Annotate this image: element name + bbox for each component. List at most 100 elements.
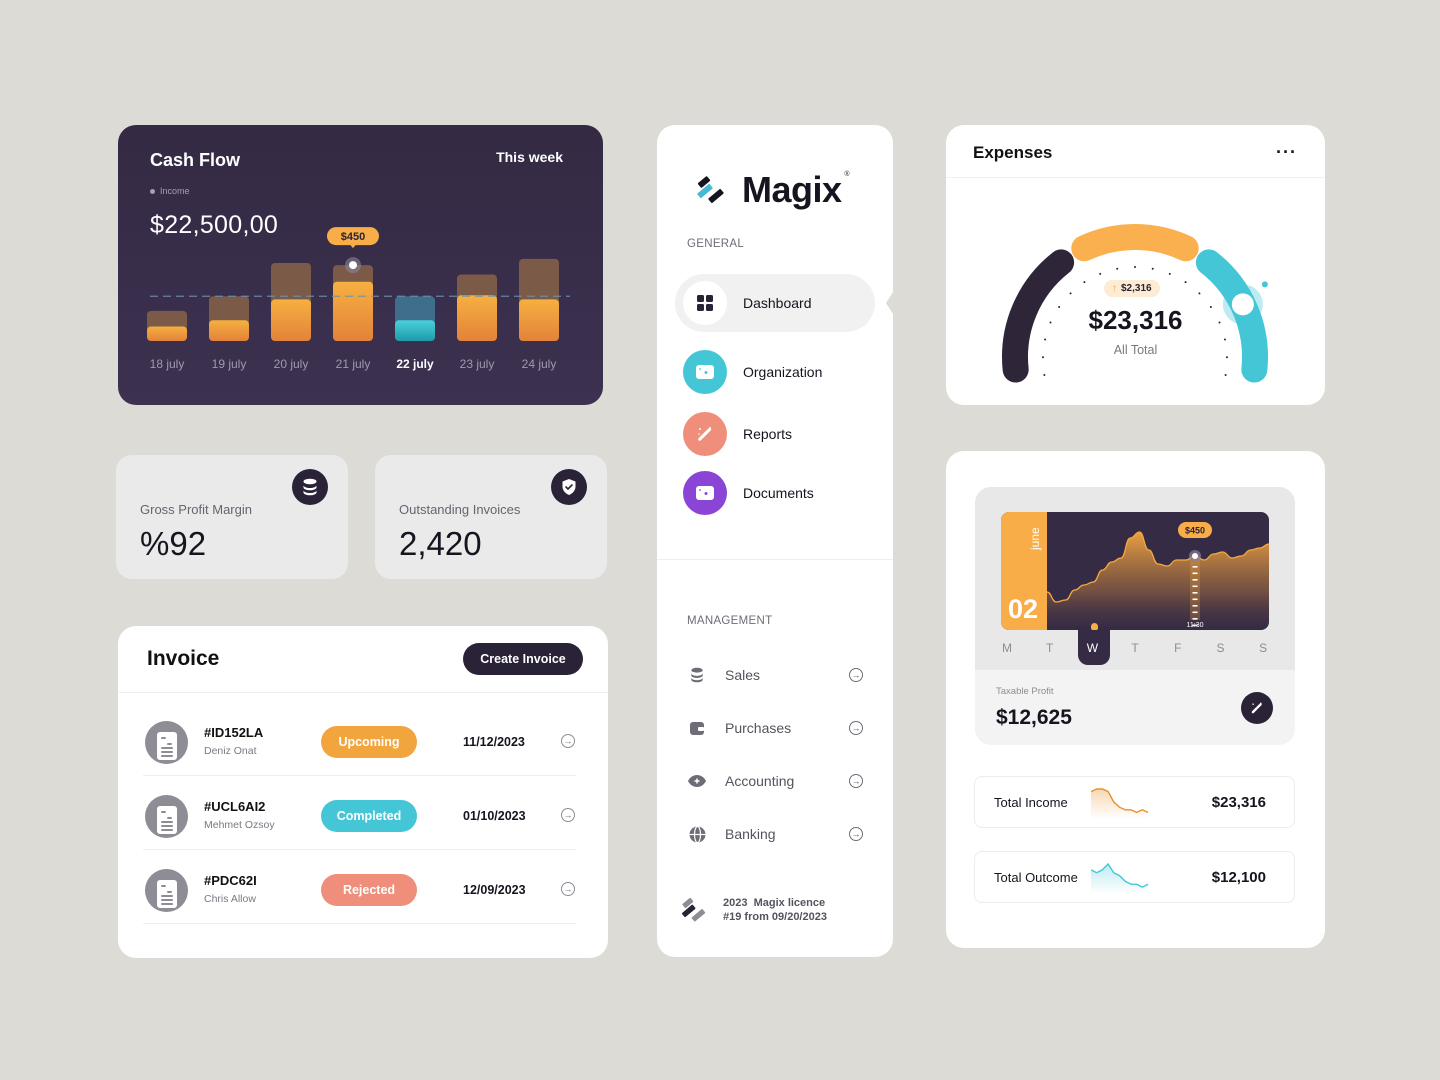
gauge-tick xyxy=(1099,272,1102,275)
week-day[interactable]: T xyxy=(1040,641,1060,655)
bar-income[interactable] xyxy=(209,320,249,341)
week-day[interactable]: S xyxy=(1253,641,1273,655)
taxable-profit-label: Taxable Profit xyxy=(996,686,1054,697)
scrubber-tick xyxy=(1192,592,1198,594)
globe-icon xyxy=(687,824,707,844)
invoice-avatar-icon xyxy=(145,721,188,764)
gauge-dot xyxy=(1261,281,1268,288)
arrow-right-circle-icon[interactable]: → xyxy=(561,882,575,896)
sidebar-item-label: Purchases xyxy=(725,720,792,736)
invoice-date: 12/09/2023 xyxy=(463,883,526,897)
scrubber-tick xyxy=(1192,605,1198,607)
arrow-right-circle-icon[interactable]: → xyxy=(849,774,863,788)
invoice-title: Invoice xyxy=(147,647,220,670)
scrubber-tick xyxy=(1192,579,1198,581)
scrubber-tick xyxy=(1192,611,1198,614)
bar-income[interactable] xyxy=(333,281,373,341)
week-day[interactable]: W xyxy=(1082,641,1102,655)
brand-logo[interactable]: Magix ® xyxy=(694,169,850,211)
bar-income[interactable] xyxy=(395,320,435,341)
status-badge: Upcoming xyxy=(321,726,417,758)
gauge-tick xyxy=(1184,281,1187,284)
sidebar-item-label: Banking xyxy=(725,826,776,842)
gross-profit-margin-card: Gross Profit Margin %92 xyxy=(116,455,348,579)
bar-income[interactable] xyxy=(271,299,311,341)
status-badge: Completed xyxy=(321,800,417,832)
change-chip: ↑ $2,316 xyxy=(1104,280,1160,297)
arrow-right-circle-icon[interactable]: → xyxy=(849,668,863,682)
invoice-row[interactable]: #UCL6AI2 Mehmet Ozsoy Completed 01/10/2023 → xyxy=(143,777,576,850)
taxable-profit-value: $12,625 xyxy=(996,706,1072,729)
sidebar-item-label: Documents xyxy=(743,485,814,501)
sidebar-item-dashboard[interactable]: Dashboard xyxy=(675,274,875,332)
x-tick-label: 18 july xyxy=(150,357,185,371)
sidebar-item-accounting[interactable]: Accounting → xyxy=(687,769,863,793)
arrow-right-circle-icon[interactable]: → xyxy=(561,734,575,748)
wallet-icon xyxy=(687,718,707,738)
week-day[interactable]: F xyxy=(1168,641,1188,655)
x-tick-label: 23 july xyxy=(460,357,495,371)
section-label-management: MANAGEMENT xyxy=(687,615,773,627)
invoice-row[interactable]: #PDC62I Chris Allow Rejected 12/09/2023 → xyxy=(143,851,576,924)
tooltip-label: $450 xyxy=(1185,526,1205,536)
stat-label: Outstanding Invoices xyxy=(399,502,521,517)
sparkline-fill xyxy=(1091,789,1148,819)
invoice-customer: Mehmet Ozsoy xyxy=(204,819,275,831)
bar-income[interactable] xyxy=(147,326,187,341)
invoice-customer: Chris Allow xyxy=(204,893,256,905)
sidebar-item-sales[interactable]: Sales → xyxy=(687,663,863,687)
tooltip-point xyxy=(1192,553,1198,559)
week-day[interactable]: S xyxy=(1211,641,1231,655)
taxable-profit-panel: $450 11:30 june 02 M T W T F S S Taxable Profit… xyxy=(975,487,1295,745)
tooltip-label: $450 xyxy=(341,231,365,243)
sidebar-item-label: Accounting xyxy=(725,773,795,789)
sidebar-item-documents[interactable]: Documents xyxy=(675,464,875,522)
arrow-right-circle-icon[interactable]: → xyxy=(849,721,863,735)
expenses-subtitle: All Total xyxy=(1113,343,1158,357)
period-selector[interactable]: This week xyxy=(496,149,563,165)
magic-wand-button[interactable] xyxy=(1241,692,1273,724)
arrow-right-circle-icon[interactable]: → xyxy=(849,827,863,841)
scrubber-tick xyxy=(1192,598,1198,601)
wallet-icon xyxy=(683,471,727,515)
licence-line-2: #19 from 09/20/2023 xyxy=(723,911,827,923)
arrow-right-circle-icon[interactable]: → xyxy=(561,808,575,822)
gauge-tick xyxy=(1198,292,1201,295)
x-tick-label: 22 july xyxy=(396,357,434,371)
gauge-tick xyxy=(1151,267,1154,270)
create-invoice-button[interactable]: Create Invoice xyxy=(463,643,583,675)
week-day[interactable]: T xyxy=(1125,641,1145,655)
total-income-row[interactable]: Total Income $23,316 xyxy=(974,776,1295,828)
x-tick-label: 24 july xyxy=(522,357,557,371)
expenses-gauge xyxy=(1002,224,1268,383)
outcome-sparkline xyxy=(1091,862,1149,894)
change-value: $2,316 xyxy=(1121,283,1152,294)
legend-income: Income xyxy=(150,186,190,196)
database-icon xyxy=(292,469,328,505)
bar-income[interactable] xyxy=(457,295,497,341)
expenses-total: $23,316 xyxy=(1088,305,1183,335)
sidebar-item-label: Sales xyxy=(725,667,761,683)
wallet-icon xyxy=(683,350,727,394)
time-label: 11:30 xyxy=(1187,622,1204,629)
scrubber-tick xyxy=(1192,618,1198,620)
total-value: $12,100 xyxy=(1211,869,1266,886)
cash-flow-amount: $22,500,00 xyxy=(150,211,279,239)
stat-value: 2,420 xyxy=(399,525,482,562)
sidebar-item-organization[interactable]: Organization xyxy=(675,343,875,401)
x-tick-label: 19 july xyxy=(212,357,247,371)
invoice-row[interactable]: #ID152LA Deniz Onat Upcoming 11/12/2023 → xyxy=(143,703,576,776)
arrow-up-icon: ↑ xyxy=(1112,283,1117,294)
sidebar-item-purchases[interactable]: Purchases → xyxy=(687,716,863,740)
time-scrubber[interactable] xyxy=(1190,560,1200,620)
database-icon xyxy=(687,665,707,685)
x-tick-label: 21 july xyxy=(336,357,371,371)
scrubber-tick xyxy=(1192,566,1198,568)
total-outcome-row[interactable]: Total Outcome $12,100 xyxy=(974,851,1295,903)
sidebar-item-banking[interactable]: Banking → xyxy=(687,822,863,846)
sidebar: Magix ® GENERAL Dashboard Organization R… xyxy=(657,125,900,957)
bar-income[interactable] xyxy=(519,299,559,341)
registered-mark: ® xyxy=(844,171,850,178)
week-day[interactable]: M xyxy=(997,641,1017,655)
sidebar-item-reports[interactable]: Reports xyxy=(675,405,875,463)
